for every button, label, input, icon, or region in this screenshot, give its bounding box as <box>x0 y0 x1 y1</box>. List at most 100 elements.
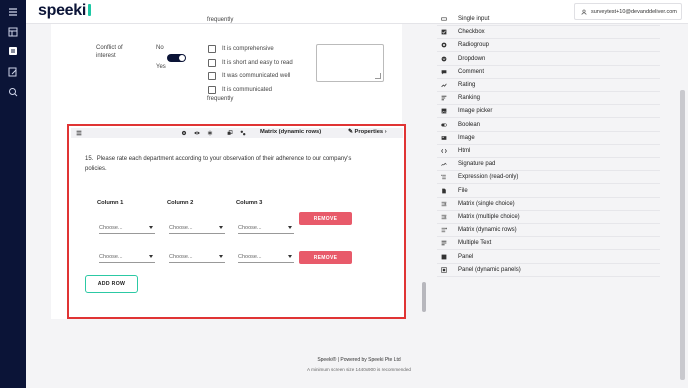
comment-textarea[interactable] <box>316 44 384 82</box>
toolbox-item-label: File <box>458 187 468 194</box>
toolbox-item-label: Comment <box>458 68 485 75</box>
visibility-eye-icon[interactable] <box>193 129 201 137</box>
column-header: Column 2 <box>167 200 194 206</box>
chevron-down-icon <box>288 226 292 229</box>
comment-icon <box>437 65 450 78</box>
question-text: 15. Please rate each department accordin… <box>85 155 370 174</box>
toolbox-item-label: Signature pad <box>458 161 496 168</box>
toolbox-item[interactable]: Signature pad <box>437 158 660 172</box>
footer-screen-note: A minimum screen size 1440x900 is recomm… <box>307 367 411 372</box>
page-scrollbar[interactable] <box>680 90 685 380</box>
single-input-icon <box>437 13 450 26</box>
conflict-of-interest-label: Conflict of interest <box>96 45 123 59</box>
matrix-cell-dropdown[interactable]: Choose... <box>99 222 155 234</box>
duplicate-icon[interactable] <box>226 129 234 137</box>
settings-icon[interactable] <box>180 129 188 137</box>
toolbox-item[interactable]: Radiogroup <box>437 39 660 53</box>
toolbox-item-label: Matrix (dynamic rows) <box>458 227 517 234</box>
toolbox-item[interactable]: Dropdown <box>437 53 660 66</box>
file-icon <box>437 184 450 197</box>
toolbox-item[interactable]: Multiple Text <box>437 237 660 251</box>
matrix-cell-dropdown[interactable]: Choose... <box>169 251 225 263</box>
matrix-cell-dropdown[interactable]: Choose... <box>238 251 294 263</box>
toolbox-item[interactable]: File <box>437 185 660 198</box>
conflict-toggle[interactable] <box>167 54 186 62</box>
toolbox-item[interactable]: Checkbox <box>437 26 660 40</box>
logic-icon[interactable] <box>239 129 247 137</box>
chevron-down-icon <box>219 226 223 229</box>
toolbox-item[interactable]: Rating <box>437 79 660 92</box>
checkbox-short-easy[interactable] <box>208 59 216 67</box>
option-label: It is short and easy to read <box>222 60 293 66</box>
ranking-icon <box>437 92 450 105</box>
question-number: 15. <box>85 156 94 162</box>
option-frequently-bottom: frequently <box>207 96 234 102</box>
toolbox-item[interactable]: Ranking <box>437 92 660 106</box>
toolbox-item-label: Dropdown <box>458 55 486 62</box>
toolbox-item-label: Matrix (single choice) <box>458 200 515 207</box>
matrix-cell-dropdown[interactable]: Choose... <box>238 222 294 234</box>
toolbox-item-label: Single input <box>458 16 490 22</box>
menu-icon[interactable] <box>7 6 19 18</box>
boolean-icon <box>437 118 450 131</box>
column-header: Column 3 <box>236 200 263 206</box>
html-icon <box>437 145 450 158</box>
toolbox-item-label: Multiple Text <box>458 240 492 247</box>
drag-handle-icon[interactable] <box>75 129 83 137</box>
toolbox-item-label: Panel (dynamic panels) <box>458 266 521 273</box>
toggle-yes-label: Yes <box>156 64 166 70</box>
expression-icon <box>437 171 450 184</box>
matrix-multiple-icon <box>437 211 450 224</box>
checkbox-communicated-well[interactable] <box>208 72 216 80</box>
toolbox-item[interactable]: Comment <box>437 66 660 79</box>
toolbox-item[interactable]: Boolean <box>437 119 660 132</box>
radiogroup-icon <box>437 39 450 52</box>
surveys-icon[interactable] <box>7 45 19 57</box>
toolbox-item-label: Panel <box>458 253 474 260</box>
toolbox-item[interactable]: Image picker <box>437 105 660 119</box>
toolbox-item[interactable]: Single input <box>437 13 660 26</box>
toolbox-item-label: Matrix (multiple choice) <box>458 214 520 220</box>
toolbox-item[interactable]: Expression (read-only) <box>437 171 660 185</box>
toolbox-item[interactable]: Html <box>437 145 660 158</box>
left-rail <box>0 0 26 388</box>
matrix-cell-dropdown[interactable]: Choose... <box>169 222 225 234</box>
footer-powered-by: Speeki® | Powered by Speeki Pte Ltd <box>317 357 401 363</box>
toolbox-item-label: Ranking <box>458 95 481 102</box>
panel-dynamic-icon <box>437 263 450 276</box>
option-label: It was communicated well <box>222 73 291 79</box>
toolbox-item-label: Image <box>458 134 475 141</box>
chevron-down-icon <box>219 255 223 258</box>
add-row-button[interactable]: ADD ROW <box>85 275 138 293</box>
toolbox-item-label: Checkbox <box>458 29 485 36</box>
dashboard-icon[interactable] <box>7 26 19 38</box>
remove-row-button[interactable]: REMOVE <box>299 212 352 225</box>
toolbox-item[interactable]: Image <box>437 132 660 145</box>
speeki-logo[interactable]: speeki <box>38 2 92 20</box>
edit-icon[interactable] <box>7 66 19 78</box>
checkbox-icon <box>437 26 450 39</box>
properties-button[interactable]: ✎ Properties › <box>348 129 387 135</box>
toolbox-item[interactable]: Panel <box>437 251 660 264</box>
chevron-down-icon <box>149 226 153 229</box>
toolbox-item[interactable]: Matrix (single choice) <box>437 198 660 211</box>
image-picker-icon <box>437 105 450 118</box>
option-frequently-top: frequently <box>207 17 234 23</box>
question-type-title: Matrix (dynamic rows) <box>260 129 322 135</box>
search-icon[interactable] <box>7 86 19 98</box>
matrix-cell-dropdown[interactable]: Choose... <box>99 251 155 263</box>
toolbox-item[interactable]: Matrix (multiple choice) <box>437 211 660 224</box>
remove-row-button[interactable]: REMOVE <box>299 251 352 264</box>
canvas-scrollbar[interactable] <box>422 282 426 312</box>
image-icon <box>437 131 450 144</box>
toolbox-item-label: Boolean <box>458 121 481 128</box>
toolbox-item-label: Radiogroup <box>458 42 490 49</box>
toolbox-item[interactable]: Matrix (dynamic rows) <box>437 224 660 238</box>
toolbox-item[interactable]: Panel (dynamic panels) <box>437 264 660 277</box>
multiple-text-icon <box>437 237 450 250</box>
question-body: Please rate each department according to… <box>85 156 352 172</box>
checkbox-comprehensive[interactable] <box>208 45 216 53</box>
required-asterisk-icon[interactable] <box>206 129 214 137</box>
checkbox-communicated[interactable] <box>208 86 216 94</box>
toggle-no-label: No <box>156 45 164 51</box>
